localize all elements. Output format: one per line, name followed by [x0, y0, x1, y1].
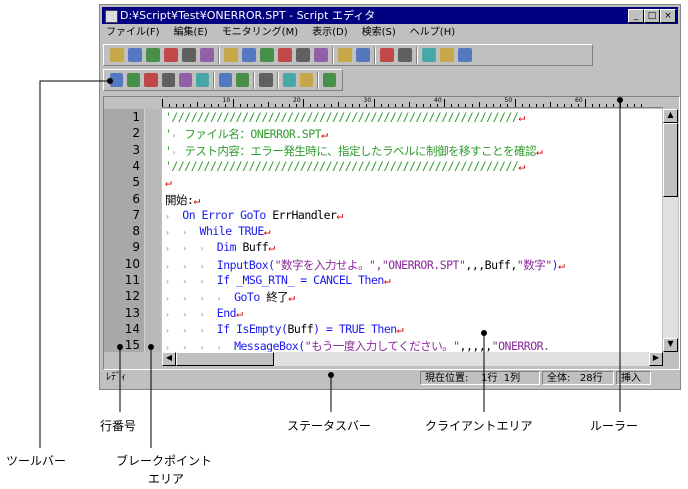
callout-lines [39, 78, 623, 448]
callout-line-toolbar [39, 80, 110, 448]
callout-status-bar: ステータスバー [287, 419, 372, 433]
callout-client-area: クライアントエリア [425, 419, 533, 433]
callout-toolbar: ツールバー [6, 454, 67, 468]
callout-ruler: ルーラー [590, 419, 639, 433]
callout-breakpoint-area-2: エリア [148, 472, 185, 486]
callout-line-numbers: 行番号 [100, 419, 137, 433]
callout-breakpoint-area: ブレークポイント [116, 454, 213, 468]
